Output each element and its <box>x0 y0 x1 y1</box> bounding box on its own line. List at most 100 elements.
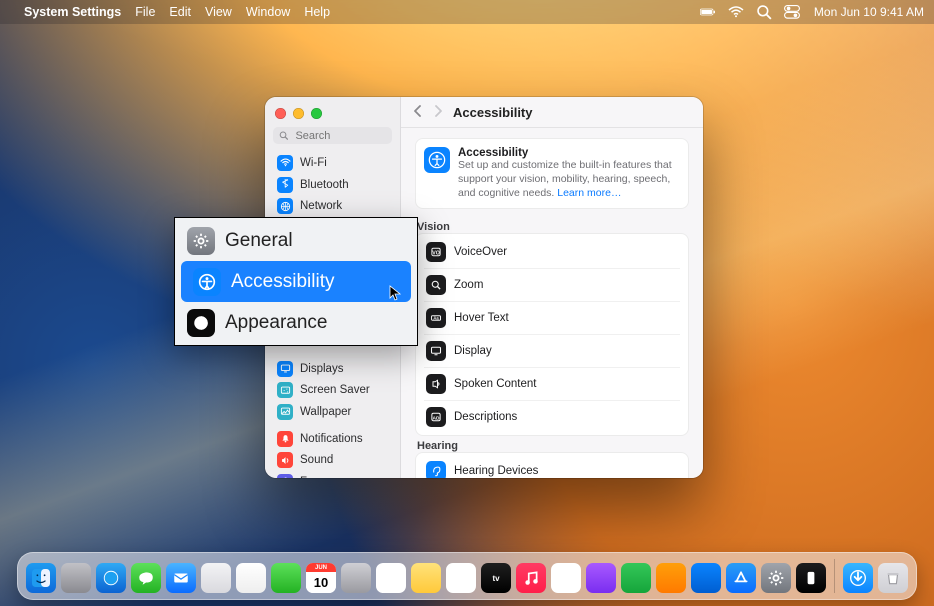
dock-app-music[interactable] <box>516 563 546 593</box>
dock-app-photos[interactable] <box>236 563 266 593</box>
sidebar-item-sound[interactable]: Sound <box>269 450 396 471</box>
dock: JUN 10 tv <box>0 552 934 600</box>
sidebar-item-label: Focus <box>300 476 331 478</box>
row-spoken-content[interactable]: Spoken Content <box>424 367 680 400</box>
popout-item-appearance[interactable]: Appearance <box>175 302 417 343</box>
dock-app-notes[interactable] <box>411 563 441 593</box>
dock-app-calendar[interactable]: JUN 10 <box>306 563 336 593</box>
section-title-vision: Vision <box>415 217 689 233</box>
wifi-status-icon[interactable] <box>728 6 744 18</box>
appearance-icon <box>187 309 215 337</box>
gear-icon <box>187 227 215 255</box>
dock-app-appstore[interactable] <box>726 563 756 593</box>
menubar: System Settings File Edit View Window He… <box>0 0 934 24</box>
sidebar-item-notifications[interactable]: Notifications <box>269 428 396 449</box>
dock-app-finder[interactable] <box>26 563 56 593</box>
hover-icon <box>426 308 446 328</box>
dock-separator <box>834 559 835 593</box>
popout-item-label: Appearance <box>225 312 327 334</box>
globe-icon <box>277 198 293 214</box>
sidebar-item-bluetooth[interactable]: Bluetooth <box>269 174 396 195</box>
dock-app-trash[interactable] <box>878 563 908 593</box>
audio-icon <box>277 452 293 468</box>
dock-app-podcasts[interactable] <box>586 563 616 593</box>
row-label: VoiceOver <box>454 246 670 258</box>
popout-item-label: Accessibility <box>231 271 334 293</box>
sidebar-item-displays[interactable]: Displays <box>269 358 396 379</box>
page-title: Accessibility <box>453 105 533 120</box>
row-hover-text[interactable]: Hover Text <box>424 301 680 334</box>
row-descriptions[interactable]: Descriptions <box>424 400 680 433</box>
dock-app-tv[interactable]: tv <box>481 563 511 593</box>
popout-item-accessibility[interactable]: Accessibility <box>181 261 411 302</box>
screensaver-icon <box>277 382 293 398</box>
sidebar-item-focus[interactable]: Focus <box>269 471 396 478</box>
search-input[interactable] <box>293 129 386 143</box>
sidebar-item-wallpaper[interactable]: Wallpaper <box>269 401 396 422</box>
window-minimize-button[interactable] <box>293 108 304 119</box>
dock-app-messages[interactable] <box>131 563 161 593</box>
row-zoom[interactable]: Zoom <box>424 268 680 301</box>
app-menu[interactable]: System Settings <box>24 5 121 19</box>
sidebar-item-wi-fi[interactable]: Wi-Fi <box>269 153 396 174</box>
voiceover-icon <box>426 242 446 262</box>
row-voiceover[interactable]: VoiceOver <box>424 236 680 268</box>
sidebar-item-label: Notifications <box>300 433 363 445</box>
popout-item-label: General <box>225 230 293 252</box>
dock-app-news[interactable] <box>551 563 581 593</box>
menu-help[interactable]: Help <box>304 5 330 19</box>
row-label: Hearing Devices <box>454 465 670 477</box>
window-close-button[interactable] <box>275 108 286 119</box>
section-title-hearing: Hearing <box>415 436 689 452</box>
dock-app-launchpad[interactable] <box>61 563 91 593</box>
hero-title: Accessibility <box>458 147 680 159</box>
sidebar-zoom-callout: General Accessibility Appearance <box>174 217 418 346</box>
dock-app-reminders[interactable] <box>376 563 406 593</box>
descriptions-icon <box>426 407 446 427</box>
dock-app-safari[interactable] <box>96 563 126 593</box>
dock-app-downloads[interactable] <box>843 563 873 593</box>
learn-more-link[interactable]: Learn more… <box>557 187 621 199</box>
row-hearing-devices[interactable]: Hearing Devices <box>424 455 680 478</box>
battery-status-icon[interactable] <box>700 6 716 18</box>
row-label: Spoken Content <box>454 378 670 390</box>
sidebar-item-screen-saver[interactable]: Screen Saver <box>269 380 396 401</box>
nav-forward-button[interactable] <box>432 104 445 120</box>
menu-file[interactable]: File <box>135 5 155 19</box>
dock-app-maps[interactable] <box>201 563 231 593</box>
menubar-datetime[interactable]: Mon Jun 10 9:41 AM <box>814 5 924 19</box>
bt-icon <box>277 177 293 193</box>
dock-app-keynote[interactable] <box>691 563 721 593</box>
accessibility-hero-icon <box>424 147 450 173</box>
zoom-icon <box>426 275 446 295</box>
display-icon <box>426 341 446 361</box>
wallpaper-icon <box>277 404 293 420</box>
row-label: Descriptions <box>454 411 670 423</box>
dock-app-contacts[interactable] <box>341 563 371 593</box>
dock-app-freeform[interactable] <box>446 563 476 593</box>
control-center-icon[interactable] <box>784 6 800 18</box>
nav-back-button[interactable] <box>411 104 424 120</box>
menu-edit[interactable]: Edit <box>169 5 191 19</box>
menu-window[interactable]: Window <box>246 5 290 19</box>
dock-app-pages[interactable] <box>656 563 686 593</box>
row-label: Zoom <box>454 279 670 291</box>
window-zoom-button[interactable] <box>311 108 322 119</box>
sidebar-item-network[interactable]: Network <box>269 196 396 217</box>
ear-icon <box>426 461 446 478</box>
dock-app-settings[interactable] <box>761 563 791 593</box>
spotlight-icon[interactable] <box>756 6 772 18</box>
hero-card: Accessibility Set up and customize the b… <box>415 138 689 209</box>
sidebar-item-label: Displays <box>300 363 343 375</box>
dock-app-iphone-mirror[interactable] <box>796 563 826 593</box>
dock-app-numbers[interactable] <box>621 563 651 593</box>
spoken-icon <box>426 374 446 394</box>
popout-item-general[interactable]: General <box>175 220 417 261</box>
dock-app-mail[interactable] <box>166 563 196 593</box>
wifi-icon <box>277 155 293 171</box>
dock-app-facetime[interactable] <box>271 563 301 593</box>
menu-view[interactable]: View <box>205 5 232 19</box>
row-label: Hover Text <box>454 312 670 324</box>
row-display[interactable]: Display <box>424 334 680 367</box>
sidebar-search[interactable] <box>273 127 392 144</box>
